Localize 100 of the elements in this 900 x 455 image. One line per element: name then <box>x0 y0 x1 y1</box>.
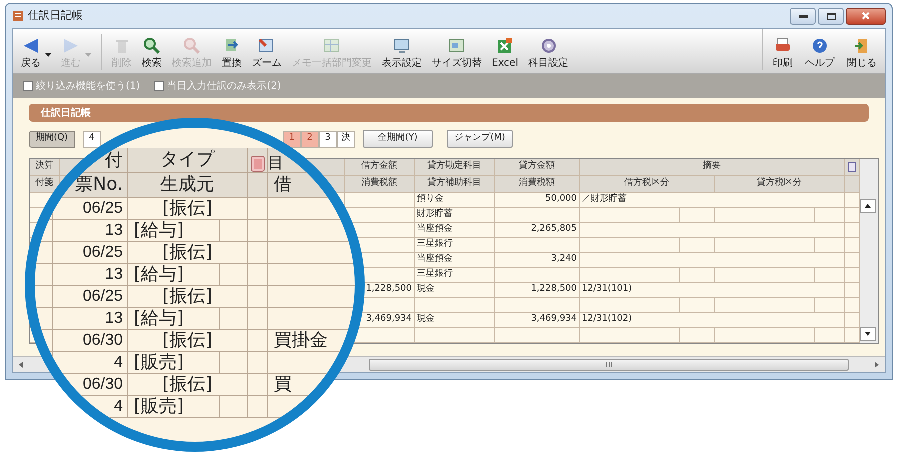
slip-number-text: 4 <box>114 354 123 370</box>
minimize-button[interactable] <box>790 8 816 24</box>
column-header: 貸方勘定科目 <box>426 160 482 174</box>
all-periods-button[interactable]: 全期間(Y) <box>363 130 433 148</box>
close-icon <box>862 12 870 20</box>
toolbar-button[interactable]: 閉じる <box>845 37 879 70</box>
section-title-bar: 仕訳日記帳 <box>29 104 869 122</box>
type-text: [振伝] <box>162 332 213 350</box>
slip-number-text: 13 <box>105 266 123 282</box>
date-text: 06/25 <box>82 244 123 260</box>
column-header: 付箋 <box>34 176 54 190</box>
source-text: [給与] <box>134 266 184 284</box>
date-text: 06/25 <box>82 288 123 304</box>
toolbar-button[interactable]: 表示設定 <box>380 37 424 70</box>
toolbar-button[interactable]: 検索 <box>140 37 164 70</box>
source-text: [給与] <box>134 310 184 328</box>
window-icon <box>448 37 466 55</box>
search-plus-icon <box>183 37 201 55</box>
column-header: 目 <box>268 155 284 171</box>
table-cell-text: 50,000 <box>544 193 578 206</box>
column-header: タイプ <box>160 151 214 169</box>
type-text: [振伝] <box>162 288 213 306</box>
slip-number-text: 13 <box>105 222 123 238</box>
right-arrow-icon <box>62 37 80 55</box>
toolbar-button[interactable]: 戻る <box>19 37 43 70</box>
caret-icon <box>44 53 52 57</box>
column-header: 付 <box>105 152 123 170</box>
source-text: [給与] <box>134 222 184 240</box>
up-arrow-icon <box>865 204 871 208</box>
table-cell-text: 2,265,805 <box>530 223 578 236</box>
scroll-up-button[interactable] <box>860 199 876 213</box>
jump-button[interactable]: ジャンプ(M) <box>447 130 513 148</box>
column-header: 消費税額 <box>360 176 398 190</box>
table-cell-text: 12/31(102) <box>581 313 634 326</box>
window-title: 仕訳日記帳 <box>28 8 83 24</box>
help-icon <box>811 37 829 55</box>
book-icon <box>250 156 264 172</box>
close-button[interactable] <box>846 8 886 24</box>
gear-icon <box>540 37 558 55</box>
maximize-button[interactable] <box>818 8 844 24</box>
date-text: 06/30 <box>82 332 123 348</box>
column-header: 借方税区分 <box>624 176 670 190</box>
table-cell-text: ／財形貯蓄 <box>581 193 628 206</box>
maximize-icon <box>826 12 836 20</box>
table-cell-text: 現金 <box>416 283 436 296</box>
table-cell-text: 12/31(101) <box>581 283 634 296</box>
type-text: [振伝] <box>162 244 213 262</box>
account-text: 買掛金 <box>274 332 328 350</box>
scroll-down-button[interactable] <box>860 327 876 341</box>
toolbar-button[interactable]: 科目設定 <box>526 37 570 70</box>
month-tab[interactable]: 4 <box>83 130 101 148</box>
table-icon <box>323 37 341 55</box>
slip-number-text: 13 <box>105 310 123 326</box>
month-tab[interactable]: 決 <box>337 130 355 148</box>
table-cell-text: 3,240 <box>550 253 578 266</box>
ledger-icon <box>12 10 24 22</box>
source-text: [販売] <box>134 398 184 416</box>
column-header: 貸方金額 <box>518 160 556 174</box>
grip-icon <box>606 362 612 367</box>
spreadsheet-icon <box>496 37 514 55</box>
toolbar-button[interactable]: サイズ切替 <box>430 37 484 70</box>
vertical-scrollbar[interactable] <box>860 159 878 343</box>
toolbar-button[interactable]: ヘルプ <box>803 37 837 70</box>
table-cell-text: 当座預金 <box>416 253 454 266</box>
minimize-icon <box>798 14 808 18</box>
column-header: 貸方税区分 <box>756 176 803 190</box>
date-text: 06/30 <box>82 376 123 392</box>
table-cell-text: 現金 <box>416 313 436 326</box>
search-icon <box>143 37 161 55</box>
month-tab[interactable]: 3 <box>319 130 337 148</box>
type-text: [振伝] <box>162 376 213 394</box>
down-arrow-icon <box>865 332 871 336</box>
left-arrow-icon <box>19 362 23 368</box>
column-header: 生成元 <box>160 176 214 194</box>
caret-icon <box>84 53 92 57</box>
table-cell-text: 当座預金 <box>416 223 454 236</box>
table-cell-text: 1,228,500 <box>365 283 413 296</box>
period-button[interactable]: 期間(Q) <box>29 130 75 148</box>
table-cell-text: 三星銀行 <box>416 238 454 252</box>
right-arrow-icon <box>875 362 879 368</box>
table-cell-text: 1,228,500 <box>530 283 578 296</box>
horizontal-scrollbar-thumb[interactable] <box>369 358 849 370</box>
account-text: 買 <box>274 376 292 394</box>
column-header: 借 <box>274 176 292 194</box>
table-cell-text: 預り金 <box>416 193 445 206</box>
table-cell-text: 財形貯蓄 <box>416 208 454 222</box>
column-header: 決算 <box>34 160 54 174</box>
toolbar-button[interactable]: 置換 <box>220 37 244 70</box>
left-arrow-icon <box>22 37 40 55</box>
column-header: 消費税額 <box>518 176 556 190</box>
toolbar-button[interactable]: 印刷 <box>771 37 795 70</box>
table-cell-text: 3,469,934 <box>365 313 413 326</box>
slip-number-text: 4 <box>114 398 123 414</box>
monitor-icon <box>393 37 411 55</box>
column-header: 票No. <box>75 176 123 194</box>
toolbar-button[interactable]: Excel <box>490 37 520 70</box>
source-text: [販売] <box>134 354 184 372</box>
column-header: 借方金額 <box>360 160 398 174</box>
type-text: [振伝] <box>162 200 213 218</box>
toolbar-button[interactable]: ズーム <box>250 37 284 70</box>
